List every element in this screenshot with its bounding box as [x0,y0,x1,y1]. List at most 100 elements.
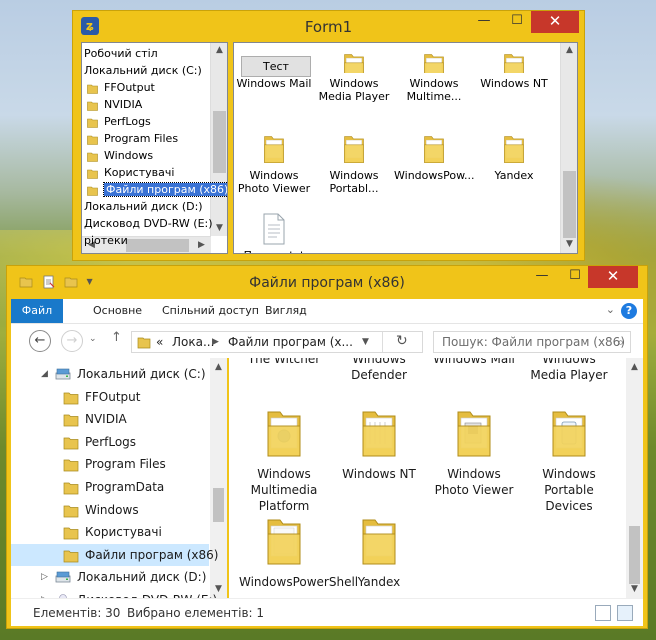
tree-item[interactable]: Локальний диск (C:) [84,62,202,79]
maximize-button[interactable]: ☐ [559,266,591,288]
folder-item[interactable]: Windows Multime... [394,54,474,103]
scroll-thumb[interactable] [629,526,640,584]
folder-item[interactable]: Windows Media Player [314,54,394,103]
scroll-thumb[interactable] [213,111,226,173]
form1-titlebar[interactable]: ʑ Form1 — ☐ ✕ [73,11,584,41]
address-dropdown-icon[interactable]: ▼ [362,337,369,347]
close-button[interactable]: ✕ [531,11,579,33]
tree-folder-item[interactable]: Файли програм (x86) [84,181,227,198]
search-icon[interactable]: ⌕ [617,335,624,350]
scroll-thumb[interactable] [563,171,576,238]
tree-item[interactable]: Дисковод DVD-RW (E:) [84,215,213,232]
item-label: Windows Defender [351,358,407,382]
list-vertical-scrollbar[interactable]: ▲ ▼ [560,43,577,253]
file-list[interactable]: Тест ▲ ▼ Windows Mail Windows Media Playe… [233,42,578,254]
folder-item[interactable]: Windows Defender [334,358,424,383]
folder-item[interactable]: Windows NT [474,54,554,90]
breadcrumb-separator-icon[interactable]: ▶ [212,337,219,347]
help-icon[interactable]: ? [621,303,637,319]
tree-folder-item[interactable]: FFOutput [84,79,155,96]
scroll-up-arrow-icon[interactable]: ▲ [627,362,642,372]
nav-item-label: Файли програм (x86) [85,547,219,562]
scroll-down-arrow-icon[interactable]: ▼ [212,223,227,233]
tab-share[interactable]: Спільний доступ [162,299,259,323]
nav-folder-item[interactable]: PerfLogs [11,431,209,453]
breadcrumb-local-disk[interactable]: Лока... [172,335,214,349]
nav-folder-item[interactable]: Файли програм (x86) [11,543,218,566]
folder-item[interactable]: Windows Portable Devices [524,406,614,514]
search-input[interactable]: Пошук: Файли програм (x86) ⌕ [433,331,631,353]
expand-icon[interactable]: ▷ [41,566,48,588]
address-bar[interactable]: « Лока... ▶ Файли програм (x... ▼ ↻ [131,331,423,353]
folder-item[interactable]: WindowsPowerShell [239,514,358,590]
scroll-thumb[interactable] [126,239,189,252]
folder-item[interactable]: Windows Mail [234,59,314,90]
expand-icon[interactable]: ▷ [41,589,48,598]
nav-drive-item[interactable]: ◢ Локальний диск (C:) [11,363,209,385]
nav-folder-item[interactable]: Windows [11,499,209,521]
back-button[interactable]: ← [29,330,51,352]
tab-file[interactable]: Файл [11,299,63,323]
collapse-icon[interactable]: ◢ [41,363,48,385]
forward-button[interactable]: → [61,330,83,352]
nav-folder-item[interactable]: Користувачі [11,521,209,543]
folder-item[interactable]: Windows Mail [429,358,519,367]
scroll-up-arrow-icon[interactable]: ▲ [212,45,227,55]
nav-drive-item[interactable]: ▷ Дисковод DVD-RW (E:) [11,589,217,598]
tree-folder-item[interactable]: PerfLogs [84,113,151,130]
nav-folder-item[interactable]: FFOutput [11,386,209,408]
nav-drive-item[interactable]: ▷ Локальний диск (D:) [11,566,209,588]
folder-item[interactable]: Yandex [474,133,554,182]
scroll-up-arrow-icon[interactable]: ▲ [211,362,226,372]
large-icons-view-icon[interactable] [617,605,633,621]
expand-ribbon-icon[interactable]: ⌄ [606,303,615,316]
nav-folder-item[interactable]: ProgramData [11,476,209,498]
refresh-icon[interactable]: ↻ [396,333,408,349]
scroll-thumb[interactable] [213,488,224,522]
folder-item[interactable]: Windows Media Player [524,358,614,383]
tree-folder-item[interactable]: Користувачі [84,164,174,181]
details-view-icon[interactable] [595,605,611,621]
nav-item-label: FFOutput [85,389,141,404]
up-arrow-icon[interactable]: ↑ [111,330,122,345]
scroll-down-arrow-icon[interactable]: ▼ [562,239,577,249]
recent-locations-icon[interactable]: ⌄ [89,334,97,344]
tree-folder-item[interactable]: Windows [84,147,153,164]
file-pane[interactable]: ▲ ▼ The Witcher Windows Defender Windows M… [229,358,643,598]
folder-item[interactable]: Windows Photo Viewer [234,133,314,195]
scroll-right-arrow-icon[interactable]: ▶ [194,240,209,250]
explorer-titlebar[interactable]: ▼ Файли програм (x86) — ☐ ✕ [7,266,647,299]
folder-item[interactable]: Windows Portabl... [314,133,394,195]
folder-icon [340,133,368,165]
tab-home[interactable]: Основне [93,299,142,323]
folder-item[interactable]: Yandex [334,514,424,590]
navigation-pane[interactable]: ▲ ▼ ◢ Локальний диск (C:) FFOutput NVIDIA Pe… [11,358,227,598]
nav-folder-item[interactable]: Program Files [11,453,209,475]
scroll-down-arrow-icon[interactable]: ▼ [627,584,642,594]
close-button[interactable]: ✕ [588,266,638,288]
tree-folder-item[interactable]: NVIDIA [84,96,142,113]
folder-item[interactable]: Windows Multimedia Platform [239,406,329,514]
file-item[interactable]: Привет.txt [234,213,314,253]
minimize-button[interactable]: — [526,266,558,288]
folder-item[interactable]: The Witcher [239,358,329,367]
tree-vertical-scrollbar[interactable]: ▲ ▼ [210,43,227,236]
tab-view[interactable]: Вигляд [265,299,307,323]
maximize-button[interactable]: ☐ [501,11,533,33]
breadcrumb-prefix[interactable]: « [156,335,163,349]
scroll-up-arrow-icon[interactable]: ▲ [562,45,577,55]
item-label: Windows NT [480,77,548,90]
tree-item[interactable]: Робочий стіл [84,45,158,62]
folder-item[interactable]: WindowsPow... [394,133,475,182]
minimize-button[interactable]: — [468,11,500,33]
tree-item[interactable]: ріотеки [84,232,128,249]
breadcrumb-current[interactable]: Файли програм (x... [228,335,353,349]
item-label: Windows Multimedia Platform [250,467,318,513]
folder-item[interactable]: Windows Photo Viewer [429,406,519,498]
tree-folder-item[interactable]: Program Files [84,130,178,147]
file-scrollbar[interactable]: ▲ ▼ [626,358,643,598]
tree-item[interactable]: Локальний диск (D:) [84,198,203,215]
folder-item[interactable]: Windows NT [334,406,424,482]
folder-tree[interactable]: ▲ ▼ ◀ ▶ Робочий стіл Локальний диск (C:) F… [81,42,228,254]
nav-folder-item[interactable]: NVIDIA [11,408,209,430]
